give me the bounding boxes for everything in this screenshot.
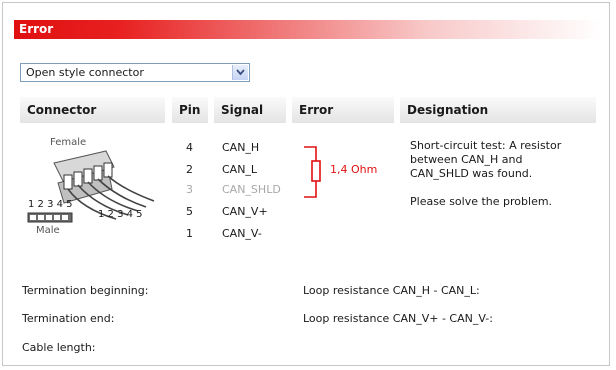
- pin-value: 2: [186, 163, 193, 176]
- loop-resistance-h-l-label: Loop resistance CAN_H - CAN_L:: [303, 284, 480, 297]
- connector-header: Connector: [27, 103, 97, 117]
- cable-length-label: Cable length:: [22, 341, 96, 354]
- designation-line: Short-circuit test: A resistor: [410, 139, 562, 152]
- signal-value: CAN_V-: [222, 227, 262, 240]
- wire-pin-numbers: 1 2 3 4 5: [98, 209, 143, 220]
- error-header: Error: [299, 103, 334, 117]
- loop-resistance-v-label: Loop resistance CAN_V+ - CAN_V-:: [303, 312, 493, 325]
- chevron-down-icon: [236, 69, 245, 76]
- termination-beginning-label: Termination beginning:: [22, 284, 149, 297]
- connector-type-value: Open style connector: [26, 66, 144, 79]
- signal-value: CAN_H: [222, 141, 260, 154]
- dialog-title: Error: [19, 22, 54, 36]
- resistor-icon: [304, 146, 321, 198]
- pin-value: 5: [186, 205, 193, 218]
- error-resistance-value: 1,4 Ohm: [330, 163, 378, 176]
- pin-value: 1: [186, 227, 193, 240]
- connector-type-dropdown[interactable]: Open style connector: [20, 63, 250, 82]
- connector-diagram-icon: [27, 150, 155, 223]
- designation-header: Designation: [407, 103, 489, 117]
- dialog-title-bar: Error: [14, 20, 602, 39]
- signal-value: CAN_SHLD: [222, 183, 281, 196]
- designation-line: between CAN_H and: [410, 153, 523, 166]
- pin-panel: Pin 4 2 3 5 1: [172, 97, 208, 260]
- male-pin-numbers: 1 2 3 4 5: [28, 199, 73, 210]
- dropdown-arrow-button[interactable]: [232, 65, 248, 80]
- signal-panel: Signal CAN_H CAN_L CAN_SHLD CAN_V+ CAN_V…: [214, 97, 286, 260]
- signal-header: Signal: [221, 103, 264, 117]
- male-label: Male: [36, 225, 60, 236]
- designation-line: Please solve the problem.: [410, 195, 553, 208]
- pin-value: 4: [186, 141, 193, 154]
- designation-line: CAN_SHLD was found.: [410, 167, 533, 180]
- connector-panel: Connector Female 1 2 3 4 5 1 2 3 4 5 Mal…: [20, 97, 165, 260]
- pin-header: Pin: [179, 103, 201, 117]
- signal-value: CAN_V+: [222, 205, 268, 218]
- termination-end-label: Termination end:: [22, 312, 115, 325]
- signal-value: CAN_L: [222, 163, 258, 176]
- error-panel: Error 1,4 Ohm: [292, 97, 394, 260]
- designation-panel: Designation Short-circuit test: A resist…: [400, 97, 596, 260]
- pin-value: 3: [186, 183, 193, 196]
